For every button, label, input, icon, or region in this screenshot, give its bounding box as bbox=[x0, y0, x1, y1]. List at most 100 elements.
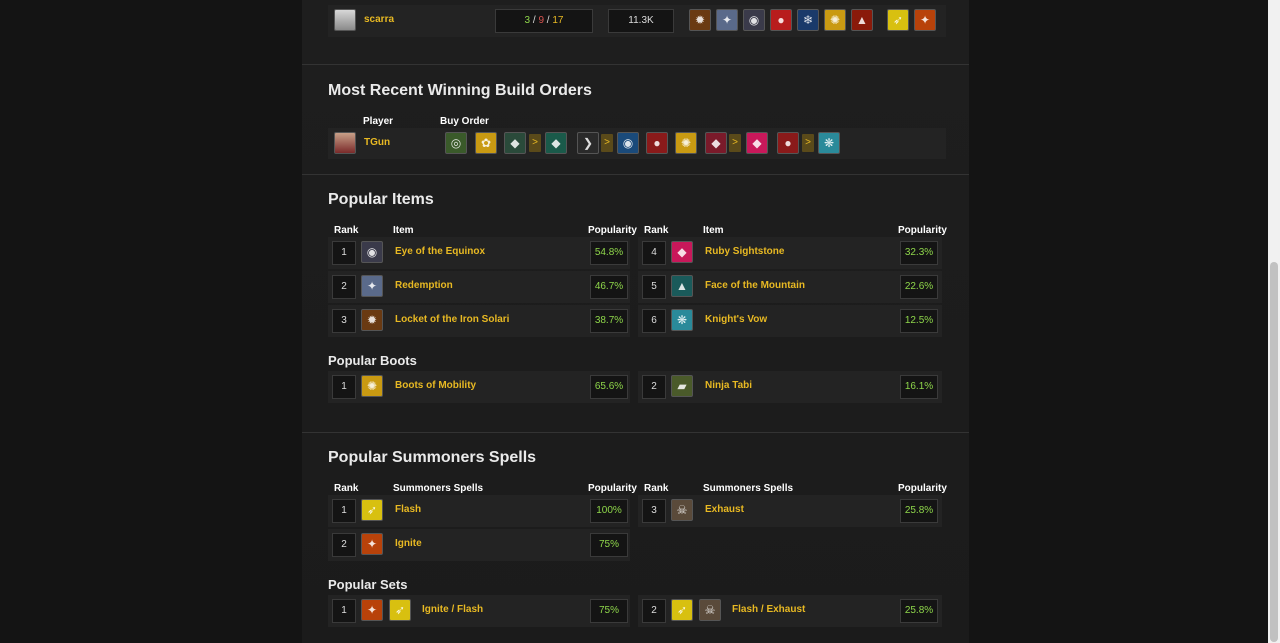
item-name[interactable]: Eye of the Equinox bbox=[395, 246, 485, 257]
set-name[interactable]: Ignite / Flash bbox=[422, 604, 483, 615]
popularity-box: 65.6% bbox=[590, 375, 628, 399]
relic-shield-icon[interactable]: ◎ bbox=[445, 132, 467, 154]
set-row[interactable]: 1 ✦ ➶ Ignite / Flash 75% bbox=[328, 595, 630, 627]
eye-equinox-icon[interactable]: ◉ bbox=[743, 9, 765, 31]
ruby-icon[interactable]: ● bbox=[770, 9, 792, 31]
col-rank: Rank bbox=[334, 483, 359, 494]
spell-name[interactable]: Ignite bbox=[395, 538, 422, 549]
player-name[interactable]: TGun bbox=[364, 137, 390, 148]
faerie-charm-icon[interactable]: ✿ bbox=[475, 132, 497, 154]
kda-box: 3 / 9 / 17 bbox=[495, 9, 593, 33]
boots-row[interactable]: 2 ▰ Ninja Tabi 16.1% bbox=[638, 371, 942, 403]
col-item: Item bbox=[393, 225, 414, 236]
volcano-icon[interactable]: ▲ bbox=[851, 9, 873, 31]
spell-name[interactable]: Exhaust bbox=[705, 504, 744, 515]
scrollbar-thumb[interactable] bbox=[1270, 262, 1278, 642]
flash-icon[interactable]: ➶ bbox=[887, 9, 909, 31]
spell-name[interactable]: Flash bbox=[395, 504, 421, 515]
rank-box: 1 bbox=[332, 241, 356, 265]
divider bbox=[302, 432, 969, 433]
col-item: Item bbox=[703, 225, 724, 236]
col-rank: Rank bbox=[644, 483, 669, 494]
popularity-box: 25.8% bbox=[900, 599, 938, 623]
popular-spells-title: Popular Summoners Spells bbox=[328, 449, 537, 466]
match-row[interactable]: scarra 3 / 9 / 17 11.3K ✹ ✦ ◉ ● ❄ ✺ ▲ ➶ … bbox=[328, 5, 946, 37]
order-arrow: > bbox=[729, 134, 741, 152]
flash-icon: ➶ bbox=[389, 599, 411, 621]
knights-vow-icon[interactable]: ❋ bbox=[818, 132, 840, 154]
set-row[interactable]: 2 ➶ ☠ Flash / Exhaust 25.8% bbox=[638, 595, 942, 627]
item-name[interactable]: Ruby Sightstone bbox=[705, 246, 784, 257]
col-popularity: Popularity bbox=[898, 483, 947, 494]
sightstone-icon[interactable]: ◆ bbox=[545, 132, 567, 154]
popular-sets-title: Popular Sets bbox=[328, 577, 408, 592]
popularity-box: 75% bbox=[590, 599, 628, 623]
boots-row[interactable]: 1 ✺ Boots of Mobility 65.6% bbox=[328, 371, 630, 403]
ignite-icon[interactable]: ✦ bbox=[914, 9, 936, 31]
order-arrow: > bbox=[601, 134, 613, 152]
popularity-box: 75% bbox=[590, 533, 628, 557]
item-row[interactable]: 2 ✦ Redemption 46.7% bbox=[328, 271, 630, 303]
boots-icon[interactable]: ❯ bbox=[577, 132, 599, 154]
set-name[interactable]: Flash / Exhaust bbox=[732, 604, 805, 615]
item-row[interactable]: 4 ◆ Ruby Sightstone 32.3% bbox=[638, 237, 942, 269]
ignite-icon: ✦ bbox=[361, 533, 383, 555]
rank-box: 1 bbox=[332, 375, 356, 399]
flash-icon: ➶ bbox=[671, 599, 693, 621]
item-row[interactable]: 5 ▲ Face of the Mountain 22.6% bbox=[638, 271, 942, 303]
rank-box: 6 bbox=[642, 309, 666, 333]
scrollbar[interactable] bbox=[1268, 0, 1280, 643]
item-name[interactable]: Face of the Mountain bbox=[705, 280, 805, 291]
item-row[interactable]: 6 ❋ Knight's Vow 12.5% bbox=[638, 305, 942, 337]
build-order-row[interactable]: TGun ◎ ✿ ◆ > ◆ ❯ > ◉ ● ✺ ◆ > ◆ ● > ❋ bbox=[328, 128, 946, 159]
spell-row[interactable]: 1 ➶ Flash 100% bbox=[328, 495, 630, 527]
col-spells: Summoners Spells bbox=[393, 483, 484, 494]
col-rank: Rank bbox=[334, 225, 359, 236]
knights-vow-icon: ❋ bbox=[671, 309, 693, 331]
redemption-icon[interactable]: ✦ bbox=[716, 9, 738, 31]
divider bbox=[302, 64, 969, 65]
ruby-sightstone-icon[interactable]: ◆ bbox=[746, 132, 768, 154]
col-player: Player bbox=[363, 116, 394, 127]
popularity-box: 25.8% bbox=[900, 499, 938, 523]
item-row[interactable]: 1 ◉ Eye of the Equinox 54.8% bbox=[328, 237, 630, 269]
col-popularity: Popularity bbox=[588, 225, 637, 236]
ninja-tabi-icon: ▰ bbox=[671, 375, 693, 397]
spell-row[interactable]: 3 ☠ Exhaust 25.8% bbox=[638, 495, 942, 527]
spell-row[interactable]: 2 ✦ Ignite 75% bbox=[328, 529, 630, 561]
item-row[interactable]: 3 ✹ Locket of the Iron Solari 38.7% bbox=[328, 305, 630, 337]
ruby-crystal-icon[interactable]: ● bbox=[646, 132, 668, 154]
rank-box: 1 bbox=[332, 499, 356, 523]
boots-mobility-icon[interactable]: ✺ bbox=[675, 132, 697, 154]
ruby-crystal-icon[interactable]: ● bbox=[777, 132, 799, 154]
exhaust-icon: ☠ bbox=[699, 599, 721, 621]
gold-box: 11.3K bbox=[608, 9, 674, 33]
item-name[interactable]: Boots of Mobility bbox=[395, 380, 476, 391]
boots-mobility-icon[interactable]: ✺ bbox=[824, 9, 846, 31]
locket-icon[interactable]: ✹ bbox=[689, 9, 711, 31]
player-name[interactable]: scarra bbox=[364, 14, 394, 25]
player-avatar bbox=[334, 9, 356, 31]
popularity-box: 100% bbox=[590, 499, 628, 523]
item-name[interactable]: Locket of the Iron Solari bbox=[395, 314, 509, 325]
popularity-box: 16.1% bbox=[900, 375, 938, 399]
item-name[interactable]: Redemption bbox=[395, 280, 453, 291]
ward-totem-icon[interactable]: ◆ bbox=[504, 132, 526, 154]
popularity-box: 32.3% bbox=[900, 241, 938, 265]
popularity-box: 22.6% bbox=[900, 275, 938, 299]
exhaust-icon: ☠ bbox=[671, 499, 693, 521]
player-avatar bbox=[334, 132, 356, 154]
knights-vow-icon[interactable]: ❄ bbox=[797, 9, 819, 31]
col-spells: Summoners Spells bbox=[703, 483, 794, 494]
flash-icon: ➶ bbox=[361, 499, 383, 521]
popular-boots-title: Popular Boots bbox=[328, 353, 417, 368]
crystal-icon[interactable]: ◆ bbox=[705, 132, 727, 154]
rank-box: 4 bbox=[642, 241, 666, 265]
ruby-sightstone-icon: ◆ bbox=[671, 241, 693, 263]
item-name[interactable]: Ninja Tabi bbox=[705, 380, 752, 391]
col-popularity: Popularity bbox=[588, 483, 637, 494]
popular-items-title: Popular Items bbox=[328, 191, 434, 208]
item-name[interactable]: Knight's Vow bbox=[705, 314, 767, 325]
knights-vow-icon[interactable]: ◉ bbox=[617, 132, 639, 154]
rank-box: 2 bbox=[642, 599, 666, 623]
